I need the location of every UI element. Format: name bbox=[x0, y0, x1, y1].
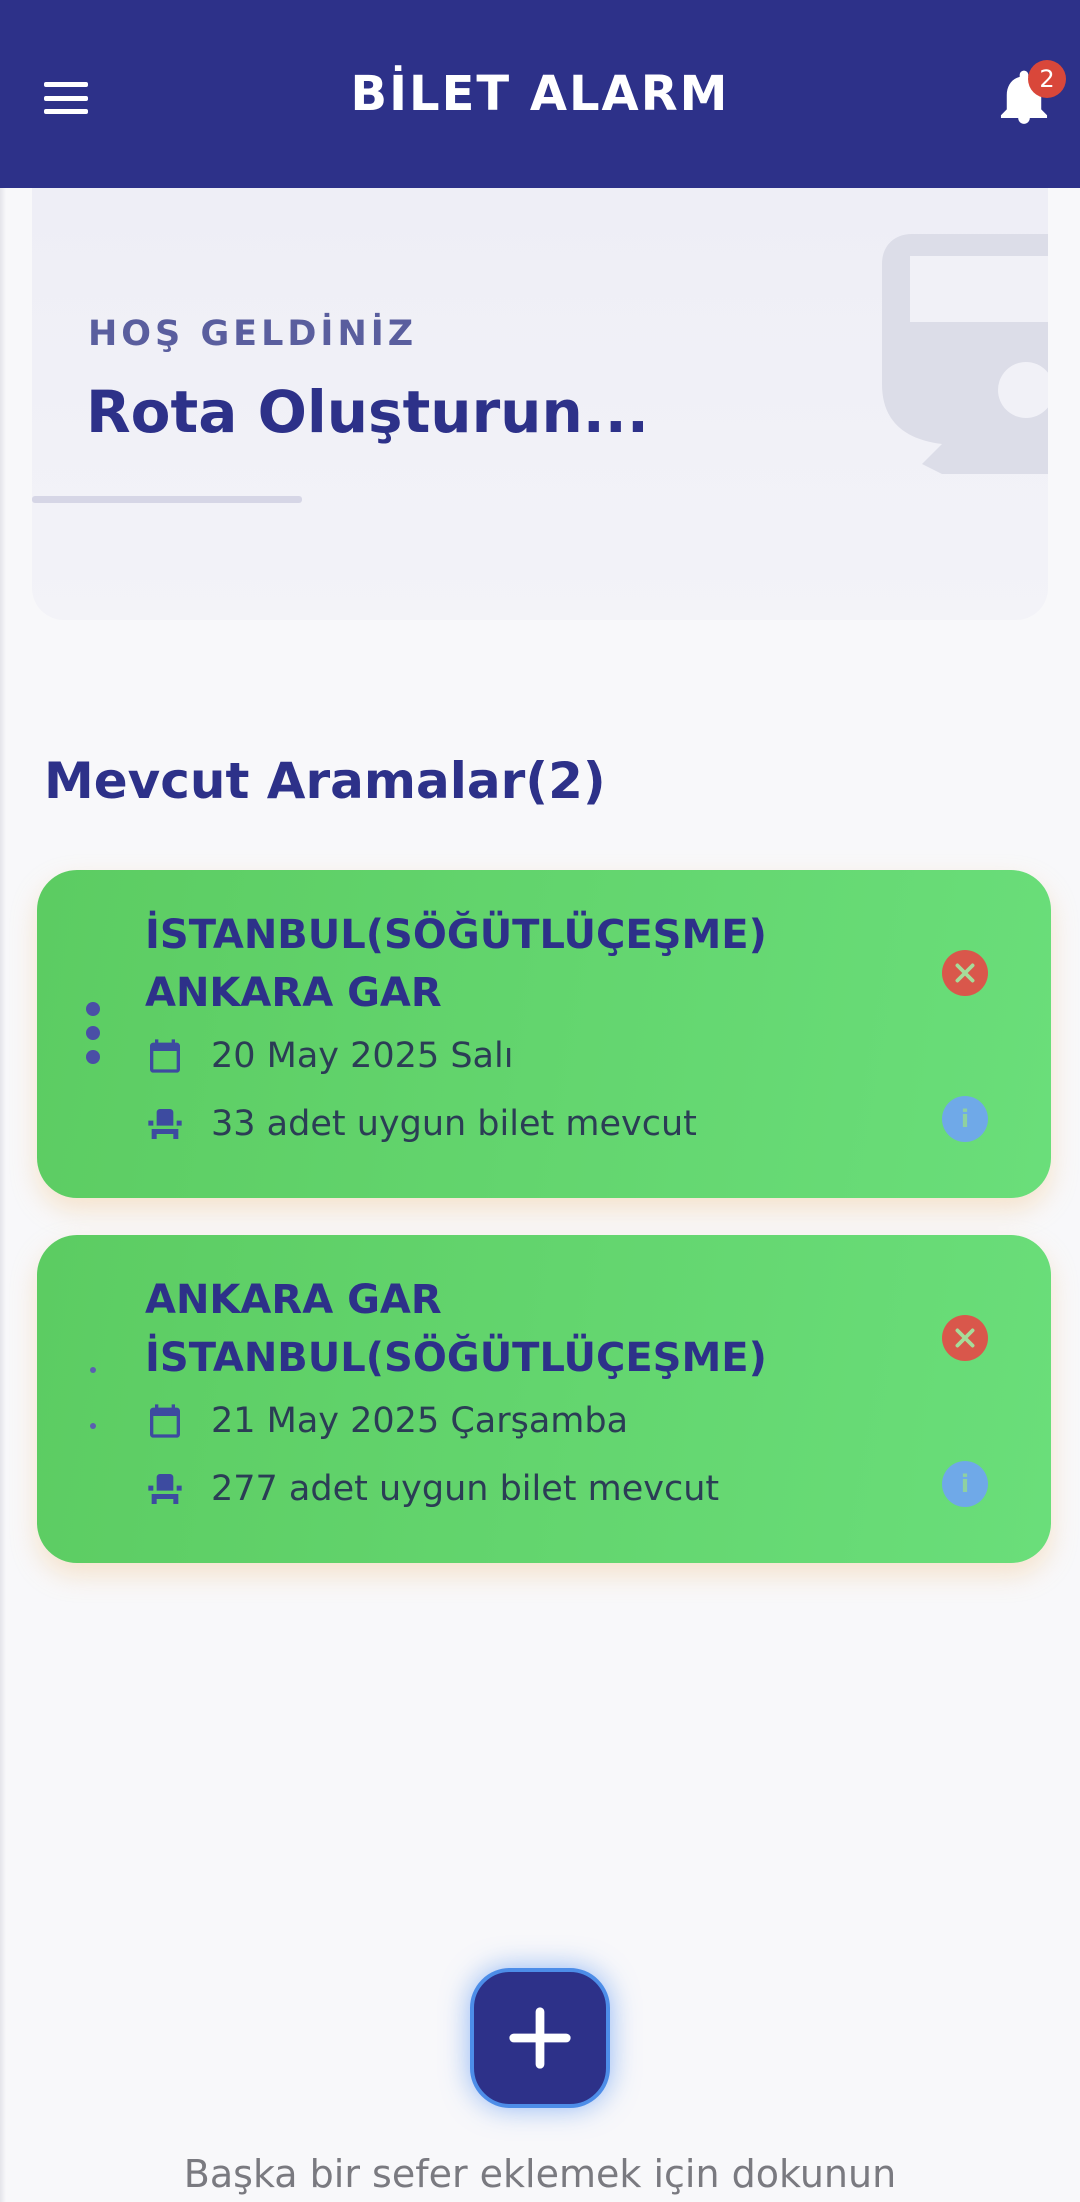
available-seats: 33 adet uygun bilet mevcut bbox=[211, 1104, 697, 1144]
add-alarm-button[interactable] bbox=[470, 1968, 610, 2108]
menu-icon-bar bbox=[44, 109, 88, 114]
route-from: ANKARA GAR bbox=[145, 1277, 442, 1323]
train-icon bbox=[882, 234, 1048, 474]
plus-icon bbox=[509, 2007, 571, 2069]
info-icon: i bbox=[960, 1105, 970, 1133]
seats-row: 277 adet uygun bilet mevcut bbox=[145, 1469, 719, 1509]
app-bar: BİLET ALARM 2 bbox=[0, 0, 1080, 188]
route-from: İSTANBUL(SÖĞÜTLÜÇEŞME) bbox=[145, 912, 767, 958]
route-to: İSTANBUL(SÖĞÜTLÜÇEŞME) bbox=[145, 1335, 767, 1381]
remove-alarm-button[interactable] bbox=[942, 1315, 988, 1361]
info-button[interactable]: i bbox=[942, 1096, 988, 1142]
seat-icon bbox=[148, 1474, 182, 1504]
remove-alarm-button[interactable] bbox=[942, 950, 988, 996]
drag-dot bbox=[90, 1423, 96, 1429]
calendar-icon bbox=[150, 1404, 180, 1438]
seat-icon bbox=[148, 1109, 182, 1139]
menu-button[interactable] bbox=[44, 82, 88, 114]
section-title: Mevcut Aramalar(2) bbox=[44, 752, 606, 810]
welcome-divider bbox=[32, 496, 302, 503]
drag-handle-icon[interactable] bbox=[85, 1367, 101, 1429]
drag-dot bbox=[90, 1367, 96, 1373]
welcome-banner: HOŞ GELDİNİZ Rota Oluşturun... bbox=[32, 188, 1048, 620]
travel-date: 20 May 2025 Salı bbox=[211, 1036, 514, 1076]
app-title: BİLET ALARM bbox=[350, 66, 730, 122]
menu-icon-bar bbox=[44, 95, 88, 101]
close-icon bbox=[955, 963, 975, 983]
travel-date: 21 May 2025 Çarşamba bbox=[211, 1401, 629, 1441]
available-seats: 277 adet uygun bilet mevcut bbox=[211, 1469, 720, 1509]
route: ANKARA GAR İSTANBUL(SÖĞÜTLÜÇEŞME) bbox=[145, 1271, 767, 1387]
info-button[interactable]: i bbox=[942, 1461, 988, 1507]
drag-dot bbox=[86, 1050, 100, 1064]
welcome-kicker: HOŞ GELDİNİZ bbox=[88, 314, 418, 354]
date-row: 21 May 2025 Çarşamba bbox=[145, 1401, 628, 1441]
add-hint: Başka bir sefer eklemek için dokunun bbox=[183, 2152, 897, 2196]
date-row: 20 May 2025 Salı bbox=[145, 1036, 513, 1076]
route: İSTANBUL(SÖĞÜTLÜÇEŞME) ANKARA GAR bbox=[145, 906, 767, 1022]
notification-badge: 2 bbox=[1028, 60, 1066, 98]
drawer-edge bbox=[0, 188, 6, 2202]
alarm-card[interactable]: İSTANBUL(SÖĞÜTLÜÇEŞME) ANKARA GAR 20 May… bbox=[37, 870, 1051, 1198]
close-icon bbox=[955, 1328, 975, 1348]
notifications-button[interactable]: 2 bbox=[998, 60, 1066, 128]
info-icon: i bbox=[960, 1470, 970, 1498]
drag-dot bbox=[86, 1002, 100, 1016]
calendar-icon bbox=[150, 1039, 180, 1073]
seats-row: 33 adet uygun bilet mevcut bbox=[145, 1104, 697, 1144]
welcome-title: Rota Oluşturun... bbox=[86, 378, 649, 446]
drag-handle-icon[interactable] bbox=[85, 1002, 101, 1064]
route-to: ANKARA GAR bbox=[145, 970, 442, 1016]
alarm-card[interactable]: ANKARA GAR İSTANBUL(SÖĞÜTLÜÇEŞME) 21 May… bbox=[37, 1235, 1051, 1563]
menu-icon-bar bbox=[44, 82, 88, 87]
drag-dot bbox=[86, 1026, 100, 1040]
